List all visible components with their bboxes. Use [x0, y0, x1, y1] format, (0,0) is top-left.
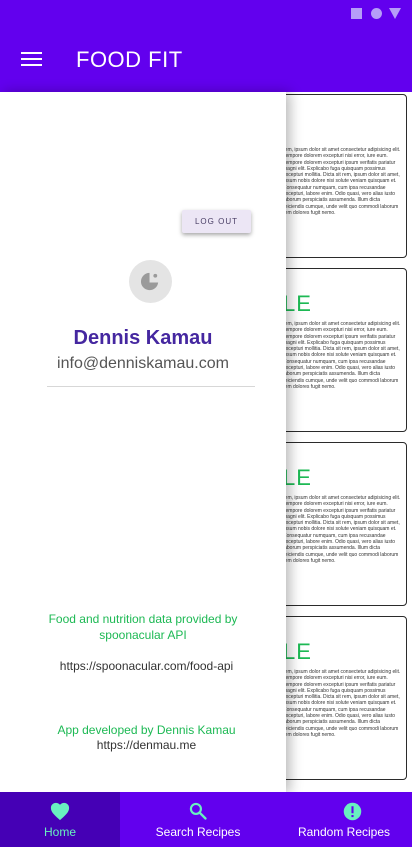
menu-icon[interactable]	[21, 52, 42, 67]
avatar-placeholder-icon	[140, 272, 159, 291]
user-email: info@denniskamau.com	[57, 355, 229, 372]
recipe-card-text: rem, ipsum dolor sit amet consectetur ad…	[283, 495, 401, 564]
api-url-link[interactable]: https://spoonacular.com/food-api	[0, 659, 293, 673]
recipe-card-title: LE	[283, 465, 312, 490]
heart-icon	[50, 802, 70, 821]
recipe-card-text: rem, ipsum dolor sit amet consectetur ad…	[283, 669, 401, 738]
recipe-card-title: LE	[283, 291, 312, 316]
developer-url-link[interactable]: https://denmau.me	[0, 738, 293, 752]
logout-button[interactable]: LOG OUT	[182, 210, 251, 233]
data-credit-text: Food and nutrition data provided by spoo…	[48, 612, 238, 642]
avatar	[129, 260, 172, 303]
user-name: Dennis Kamau	[73, 327, 213, 349]
bottom-navigation: Home Search Recipes Random Recipes	[0, 792, 412, 847]
nav-random-recipes[interactable]: Random Recipes	[276, 792, 412, 847]
recipe-card-text: rem, ipsum dolor sit amet consectetur ad…	[283, 147, 401, 216]
nav-random-label: Random Recipes	[297, 825, 391, 839]
developer-credit-text: App developed by Dennis Kamau	[57, 723, 236, 737]
app-title: FOOD FIT	[76, 47, 183, 72]
status-bar	[0, 0, 412, 28]
nav-search-label: Search Recipes	[155, 825, 241, 839]
divider	[47, 386, 255, 387]
back-triangle-icon	[389, 8, 401, 19]
stop-square-icon	[351, 8, 362, 19]
search-icon	[189, 802, 207, 820]
app-bar: FOOD FIT	[0, 28, 412, 92]
alert-circle-icon	[343, 802, 362, 821]
nav-home[interactable]: Home	[0, 792, 120, 847]
home-circle-icon	[371, 8, 382, 19]
recipe-card-text: rem, ipsum dolor sit amet consectetur ad…	[283, 321, 401, 390]
nav-search-recipes[interactable]: Search Recipes	[120, 792, 276, 847]
navigation-drawer: LOG OUT Dennis Kamau info@denniskamau.co…	[0, 92, 286, 793]
nav-home-label: Home	[43, 825, 76, 839]
